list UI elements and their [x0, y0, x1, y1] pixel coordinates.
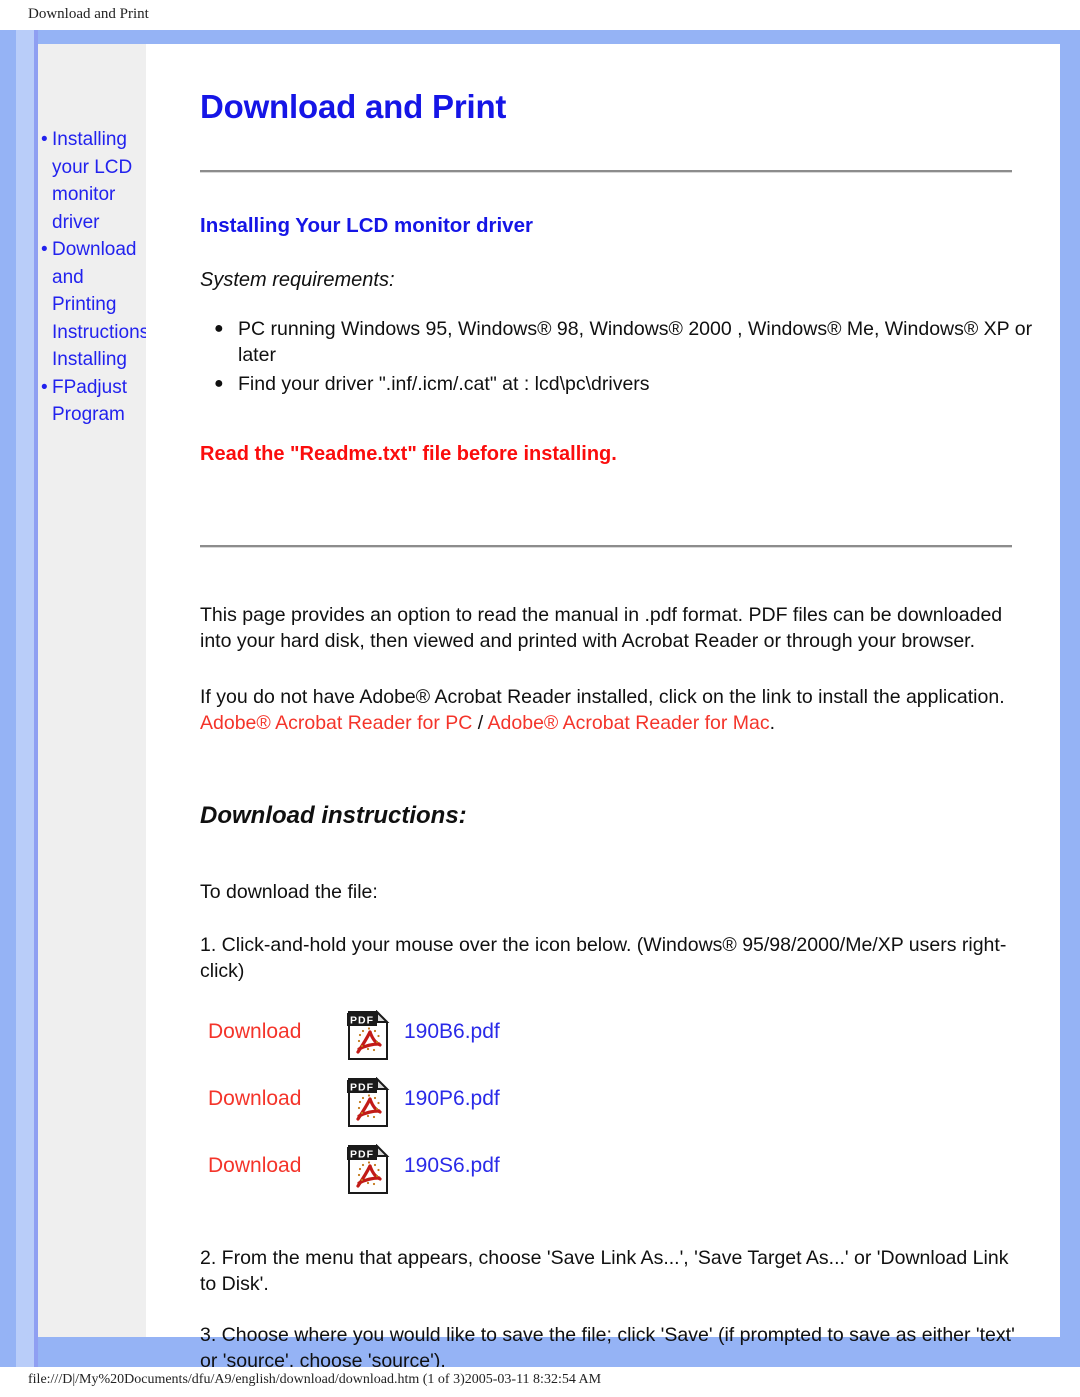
sidebar-item-fpadjust-program[interactable]: • FPadjust Program [38, 374, 146, 429]
step-2-text: 2. From the menu that appears, choose 'S… [200, 1246, 1009, 1296]
pdf-file-icon[interactable]: PDF [346, 1077, 390, 1129]
link-trailing-period: . [769, 712, 776, 734]
frame-inner-light-strip [16, 30, 34, 1367]
sidebar-item-label: FPadjust Program [52, 376, 127, 426]
download-row: Download PDF [200, 1006, 620, 1073]
sidebar-item-download-printing-instructions[interactable]: • Download and Printing Instructions Ins… [38, 236, 150, 374]
divider-middle [200, 545, 1012, 548]
print-footer: file:///D|/My%20Documents/dfu/A9/english… [0, 1367, 1080, 1397]
sidebar-item-label: Installing your LCD monitor driver [52, 129, 133, 233]
sidebar-item-label: Download and Printing Instructions Insta… [52, 239, 150, 370]
page-title: Download and Print [200, 88, 507, 125]
svg-text:PDF: PDF [350, 1082, 374, 1094]
pdf-file-name-link[interactable]: 190S6.pdf [404, 1154, 500, 1178]
system-requirements-label: System requirements: [200, 269, 395, 291]
paragraph-pdf-intro: This page provides an option to read the… [200, 603, 1003, 653]
download-rows-list: Download PDF 190B6.pdf Download PDF 190P… [200, 1006, 620, 1207]
svg-text:PDF: PDF [350, 1015, 374, 1027]
requirement-text: Find your driver ".inf/.icm/.cat" at : l… [238, 373, 650, 395]
divider-top [200, 170, 1012, 173]
requirement-item: ● Find your driver ".inf/.icm/.cat" at :… [214, 371, 1048, 397]
download-link[interactable]: Download [208, 1087, 301, 1111]
page-frame: • Installing your LCD monitor driver • D… [0, 30, 1080, 1372]
step-intro-text: To download the file: [200, 880, 378, 903]
download-instructions-heading: Download instructions: [200, 802, 467, 829]
print-header-title: Download and Print [28, 6, 149, 22]
requirement-text: PC running Windows 95, Windows® 98, Wind… [238, 318, 1033, 366]
sidebar-item-installing-lcd-driver[interactable]: • Installing your LCD monitor driver [38, 126, 146, 236]
section-heading-installing-driver: Installing Your LCD monitor driver [200, 214, 533, 237]
link-acrobat-reader-mac[interactable]: Adobe® Acrobat Reader for Mac [488, 712, 770, 734]
sidebar-navigation: • Installing your LCD monitor driver • D… [38, 44, 150, 1337]
pdf-file-name-link[interactable]: 190B6.pdf [404, 1020, 500, 1044]
paragraph-acrobat: If you do not have Adobe® Acrobat Reader… [200, 684, 1018, 737]
print-footer-path: file:///D|/My%20Documents/dfu/A9/english… [28, 1372, 602, 1387]
page-body: • Installing your LCD monitor driver • D… [38, 44, 1060, 1372]
bullet-icon: ● [214, 320, 224, 337]
requirement-item: ● PC running Windows 95, Windows® 98, Wi… [214, 316, 1048, 368]
pdf-file-name-link[interactable]: 190P6.pdf [404, 1087, 500, 1111]
main-content: Download and Print Installing Your LCD m… [146, 44, 1038, 1372]
svg-text:PDF: PDF [350, 1149, 374, 1161]
link-acrobat-reader-pc[interactable]: Adobe® Acrobat Reader for PC [200, 712, 472, 734]
download-link[interactable]: Download [208, 1154, 301, 1178]
bullet-icon: • [41, 129, 48, 150]
print-header: Download and Print [0, 0, 1080, 30]
sidebar-nav-list: • Installing your LCD monitor driver • D… [38, 126, 150, 429]
acrobat-lead-text: If you do not have Adobe® Acrobat Reader… [200, 685, 1005, 708]
pdf-file-icon[interactable]: PDF [346, 1010, 390, 1062]
pdf-file-icon[interactable]: PDF [346, 1144, 390, 1196]
bullet-icon: ● [214, 375, 224, 392]
bullet-icon: • [41, 239, 48, 260]
system-requirements-list: ● PC running Windows 95, Windows® 98, Wi… [200, 316, 1048, 400]
download-row: Download PDF [200, 1073, 620, 1140]
step-1-text: 1. Click-and-hold your mouse over the ic… [200, 933, 1007, 983]
download-link[interactable]: Download [208, 1020, 301, 1044]
link-separator: / [472, 712, 488, 734]
bullet-icon: • [41, 376, 48, 398]
readme-warning-text: Read the "Readme.txt" file before instal… [200, 443, 617, 465]
download-row: Download PDF [200, 1140, 620, 1207]
